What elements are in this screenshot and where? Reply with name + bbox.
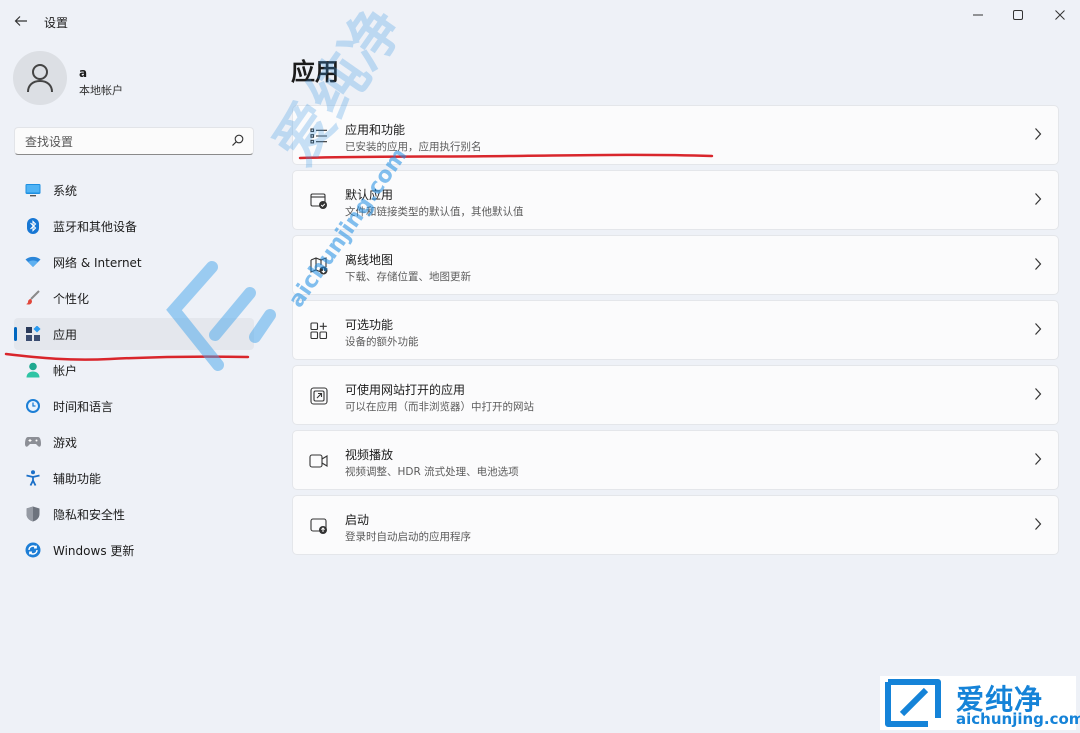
page-title: 应用 xyxy=(291,58,339,86)
app-title: 设置 xyxy=(44,16,69,30)
back-button[interactable] xyxy=(8,8,34,34)
sidebar-item-system[interactable]: 系统 xyxy=(14,174,254,206)
chevron-right-icon xyxy=(1035,518,1042,530)
close-icon xyxy=(1055,10,1065,20)
chevron-right-icon xyxy=(1035,128,1042,140)
card-title: 应用和功能 xyxy=(345,123,406,137)
card-apps-for-websites[interactable]: 可使用网站打开的应用 可以在应用（而非浏览器）中打开的网站 xyxy=(292,365,1059,425)
card-subtitle: 文件和链接类型的默认值，其他默认值 xyxy=(345,206,524,218)
card-title: 可使用网站打开的应用 xyxy=(345,383,466,397)
monitor-icon xyxy=(25,182,41,198)
card-title: 可选功能 xyxy=(345,318,394,332)
watermark-logo xyxy=(885,679,941,727)
search-input[interactable] xyxy=(23,132,227,152)
wifi-icon xyxy=(25,254,41,270)
video-icon xyxy=(309,451,329,471)
card-title: 视频播放 xyxy=(345,448,394,462)
sidebar-item-network[interactable]: 网络 & Internet xyxy=(14,246,254,278)
list-icon xyxy=(309,126,329,146)
sidebar-item-time-language[interactable]: 时间和语言 xyxy=(14,390,254,422)
gamepad-icon xyxy=(25,434,41,450)
sidebar-nav: 系统 蓝牙和其他设备 网络 & Internet 个性化 应用 帐户 时间和语言… xyxy=(14,174,254,570)
account-type: 本地帐户 xyxy=(79,84,123,97)
card-optional-features[interactable]: 可选功能 设备的额外功能 xyxy=(292,300,1059,360)
sidebar-item-label: 隐私和安全性 xyxy=(53,507,126,522)
maximize-icon xyxy=(1013,10,1023,20)
chevron-right-icon xyxy=(1035,193,1042,205)
clock-globe-icon xyxy=(25,398,41,414)
search-box[interactable] xyxy=(14,127,254,155)
grid-add-icon xyxy=(309,321,329,341)
sidebar-item-label: 蓝牙和其他设备 xyxy=(53,219,138,234)
sidebar-item-accounts[interactable]: 帐户 xyxy=(14,354,254,386)
chevron-right-icon xyxy=(1035,388,1042,400)
chevron-right-icon xyxy=(1035,453,1042,465)
arrow-left-icon xyxy=(14,16,27,26)
sidebar-item-label: 游戏 xyxy=(53,435,78,450)
sidebar-item-privacy[interactable]: 隐私和安全性 xyxy=(14,498,254,530)
accessibility-icon xyxy=(25,470,41,486)
sidebar-item-label: Windows 更新 xyxy=(53,543,135,558)
maximize-button[interactable] xyxy=(998,0,1038,30)
sidebar-item-windows-update[interactable]: Windows 更新 xyxy=(14,534,254,566)
card-offline-maps[interactable]: 离线地图 下载、存储位置、地图更新 xyxy=(292,235,1059,295)
apps-icon xyxy=(25,326,41,342)
map-download-icon xyxy=(309,256,329,276)
chevron-right-icon xyxy=(1035,258,1042,270)
card-title: 默认应用 xyxy=(345,188,394,202)
sidebar-item-accessibility[interactable]: 辅助功能 xyxy=(14,462,254,494)
watermark-badge xyxy=(880,676,1076,730)
card-subtitle: 已安装的应用，应用执行别名 xyxy=(345,141,482,153)
shield-icon xyxy=(25,506,41,522)
card-title: 启动 xyxy=(345,513,370,527)
sidebar-item-label: 应用 xyxy=(53,327,78,342)
person-icon xyxy=(25,362,41,378)
card-subtitle: 登录时自动启动的应用程序 xyxy=(345,531,471,543)
card-subtitle: 可以在应用（而非浏览器）中打开的网站 xyxy=(345,401,534,413)
sidebar-item-label: 网络 & Internet xyxy=(53,255,142,270)
sidebar-item-label: 系统 xyxy=(53,183,78,198)
sidebar-item-personalization[interactable]: 个性化 xyxy=(14,282,254,314)
sidebar-item-label: 辅助功能 xyxy=(53,471,102,486)
card-startup[interactable]: 启动 登录时自动启动的应用程序 xyxy=(292,495,1059,555)
brush-icon xyxy=(25,290,41,306)
bluetooth-icon xyxy=(25,218,41,234)
minimize-icon xyxy=(973,14,983,16)
card-default-apps[interactable]: 默认应用 文件和链接类型的默认值，其他默认值 xyxy=(292,170,1059,230)
selection-indicator xyxy=(14,327,17,341)
sidebar-item-gaming[interactable]: 游戏 xyxy=(14,426,254,458)
sidebar-item-label: 帐户 xyxy=(53,363,78,378)
default-apps-icon xyxy=(309,191,329,211)
card-subtitle: 设备的额外功能 xyxy=(345,336,419,348)
card-video-playback[interactable]: 视频播放 视频调整、HDR 流式处理、电池选项 xyxy=(292,430,1059,490)
search-icon[interactable] xyxy=(231,134,244,147)
minimize-button[interactable] xyxy=(958,0,998,30)
open-link-icon xyxy=(309,386,329,406)
sidebar-item-apps[interactable]: 应用 xyxy=(14,318,254,350)
person-icon xyxy=(27,64,53,93)
user-name: a xyxy=(79,66,88,80)
title-bar: 设置 xyxy=(0,0,1080,40)
sidebar-item-label: 个性化 xyxy=(53,291,90,306)
chevron-right-icon xyxy=(1035,323,1042,335)
card-apps-features[interactable]: 应用和功能 已安装的应用，应用执行别名 xyxy=(292,105,1059,165)
sidebar-item-label: 时间和语言 xyxy=(53,399,114,414)
sidebar-item-bluetooth[interactable]: 蓝牙和其他设备 xyxy=(14,210,254,242)
startup-icon xyxy=(309,516,329,536)
update-icon xyxy=(25,542,41,558)
card-subtitle: 视频调整、HDR 流式处理、电池选项 xyxy=(345,466,519,478)
avatar[interactable] xyxy=(13,51,67,105)
close-button[interactable] xyxy=(1040,0,1080,30)
card-title: 离线地图 xyxy=(345,253,394,267)
settings-card-list: 应用和功能 已安装的应用，应用执行别名 默认应用 文件和链接类型的默认值，其他默… xyxy=(292,105,1059,560)
card-subtitle: 下载、存储位置、地图更新 xyxy=(345,271,471,283)
